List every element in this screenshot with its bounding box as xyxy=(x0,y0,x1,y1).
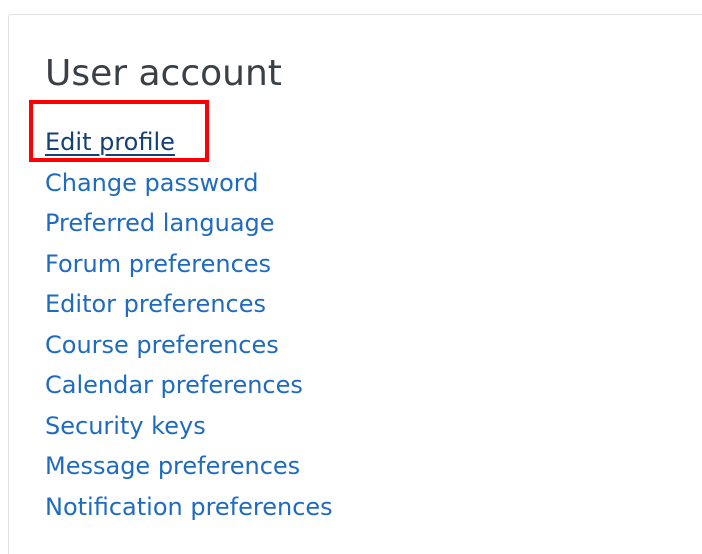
list-item: Message preferences xyxy=(45,446,333,487)
list-item: Edit profile xyxy=(45,122,333,163)
list-item: Security keys xyxy=(45,406,333,447)
preferred-language-link[interactable]: Preferred language xyxy=(45,209,275,237)
message-preferences-link[interactable]: Message preferences xyxy=(45,452,300,480)
section-title: User account xyxy=(45,53,282,94)
list-item: Notification preferences xyxy=(45,487,333,528)
list-item: Editor preferences xyxy=(45,284,333,325)
course-preferences-link[interactable]: Course preferences xyxy=(45,331,279,359)
list-item: Preferred language xyxy=(45,203,333,244)
list-item: Course preferences xyxy=(45,325,333,366)
notification-preferences-link[interactable]: Notification preferences xyxy=(45,493,333,521)
forum-preferences-link[interactable]: Forum preferences xyxy=(45,250,271,278)
user-account-links: Edit profile Change password Preferred l… xyxy=(45,122,333,527)
security-keys-link[interactable]: Security keys xyxy=(45,412,206,440)
list-item: Change password xyxy=(45,163,333,204)
calendar-preferences-link[interactable]: Calendar preferences xyxy=(45,371,303,399)
list-item: Forum preferences xyxy=(45,244,333,285)
list-item: Calendar preferences xyxy=(45,365,333,406)
editor-preferences-link[interactable]: Editor preferences xyxy=(45,290,266,318)
change-password-link[interactable]: Change password xyxy=(45,169,258,197)
edit-profile-link[interactable]: Edit profile xyxy=(45,128,175,156)
